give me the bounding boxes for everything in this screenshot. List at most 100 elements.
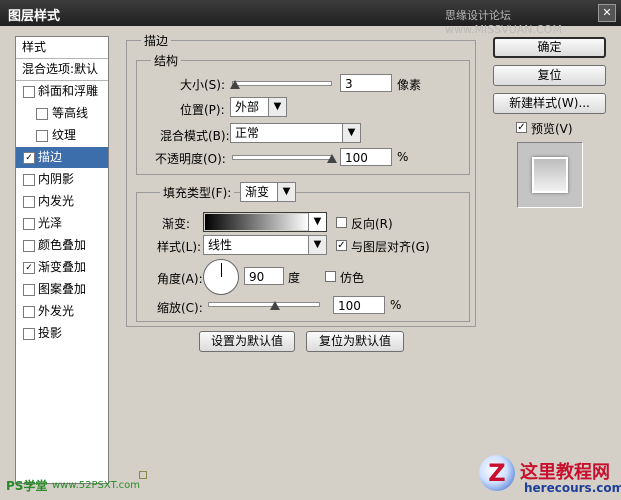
checkbox-icon[interactable] — [23, 218, 35, 230]
style-list-item[interactable]: 等高线 — [16, 103, 108, 124]
style-list-item[interactable]: 外发光 — [16, 301, 108, 322]
reverse-label: 反向(R) — [351, 217, 393, 231]
blend-options-item[interactable]: 混合选项:默认 — [16, 59, 108, 80]
fill-type-select[interactable]: 渐变 ▼ — [240, 182, 296, 202]
ok-button[interactable]: 确定 — [493, 37, 606, 58]
blend-options-label: 混合选项:默认 — [22, 62, 99, 76]
blend-mode-select[interactable]: 正常 ▼ — [230, 123, 361, 143]
close-icon[interactable]: ✕ — [598, 4, 616, 22]
structure-title: 结构 — [151, 52, 182, 69]
opacity-input[interactable]: 100 — [340, 148, 392, 166]
title-bar: 图层样式 思缘设计论坛 www.MISSVUAN.COM ✕ — [0, 0, 621, 36]
site-logo-icon: Z — [479, 455, 515, 491]
style-list-item-label: 图案叠加 — [38, 282, 87, 296]
style-list-item[interactable]: 光泽 — [16, 213, 108, 234]
scale-input[interactable]: 100 — [333, 296, 385, 314]
style-list-item[interactable]: 投影 — [16, 323, 108, 344]
stroke-section-title: 描边 — [141, 32, 172, 49]
style-list-item[interactable]: 图案叠加 — [16, 279, 108, 300]
align-checkbox[interactable]: ✓ — [336, 240, 347, 251]
style-value: 线性 — [208, 238, 233, 252]
checkbox-icon[interactable]: ✓ — [23, 152, 35, 164]
fill-type-value: 渐变 — [245, 185, 270, 199]
checkbox-icon[interactable] — [23, 240, 35, 252]
style-list-item[interactable]: 颜色叠加 — [16, 235, 108, 256]
preview-thumbnail — [532, 157, 568, 193]
checkbox-icon[interactable] — [23, 284, 35, 296]
dropdown-arrow-icon[interactable]: ▼ — [308, 236, 326, 254]
scale-label: 缩放(C): — [157, 301, 203, 315]
style-list-item[interactable]: 纹理 — [16, 125, 108, 146]
slider-thumb-icon[interactable] — [327, 154, 337, 163]
style-list-item-label: 等高线 — [52, 106, 89, 120]
resize-grip — [139, 471, 147, 479]
style-list-item-label: 内阴影 — [38, 172, 75, 186]
position-label: 位置(P): — [180, 103, 225, 117]
checkbox-icon[interactable] — [23, 196, 35, 208]
reset-default-button[interactable]: 复位为默认值 — [306, 331, 404, 352]
corner-mark-left-url: www.52PSXT.com — [52, 480, 141, 491]
style-list-item-label: 颜色叠加 — [38, 238, 87, 252]
gradient-label: 渐变: — [162, 217, 191, 231]
styles-header[interactable]: 样式 — [16, 37, 108, 58]
style-list-item-label: 斜面和浮雕 — [38, 84, 99, 98]
opacity-unit: % — [397, 150, 409, 164]
size-label: 大小(S): — [180, 78, 226, 92]
blend-mode-value: 正常 — [235, 126, 260, 140]
style-label: 样式(L): — [157, 240, 202, 254]
checkbox-icon[interactable] — [23, 306, 35, 318]
corner-mark-left: PS学堂 — [6, 479, 48, 493]
position-value: 外部 — [235, 100, 260, 114]
reset-button[interactable]: 复位 — [493, 65, 606, 86]
position-select[interactable]: 外部 ▼ — [230, 97, 287, 117]
style-list: 样式 混合选项:默认 斜面和浮雕 等高线 纹理 ✓ 描边 内阴影 内发光 光泽 颜色叠加 ✓ 渐变叠… — [15, 36, 109, 484]
set-default-button[interactable]: 设置为默认值 — [199, 331, 295, 352]
style-list-item[interactable]: 内发光 — [16, 191, 108, 212]
scale-unit: % — [390, 298, 402, 312]
style-list-item[interactable]: ✓ 描边 — [16, 147, 108, 168]
style-list-item-label: 渐变叠加 — [38, 260, 87, 274]
checkbox-icon[interactable] — [23, 174, 35, 186]
size-input[interactable]: 3 — [340, 74, 392, 92]
checkbox-icon[interactable] — [36, 108, 48, 120]
dither-checkbox[interactable] — [325, 271, 336, 282]
dither-label: 仿色 — [340, 271, 365, 285]
angle-label: 角度(A): — [157, 272, 203, 286]
angle-dial-icon[interactable] — [203, 259, 239, 295]
checkbox-icon[interactable] — [36, 130, 48, 142]
size-slider[interactable] — [232, 81, 332, 86]
checkbox-icon[interactable] — [23, 328, 35, 340]
checkbox-icon[interactable] — [23, 86, 35, 98]
style-list-item-label: 投影 — [38, 326, 63, 340]
dropdown-arrow-icon[interactable]: ▼ — [268, 98, 286, 116]
dropdown-arrow-icon[interactable]: ▼ — [277, 183, 295, 201]
fill-type-label: 填充类型(F): — [160, 184, 235, 201]
dropdown-arrow-icon[interactable]: ▼ — [342, 124, 360, 142]
style-list-item[interactable]: ✓ 渐变叠加 — [16, 257, 108, 278]
size-unit: 像素 — [397, 78, 422, 92]
style-list-item-label: 光泽 — [38, 216, 63, 230]
opacity-label: 不透明度(O): — [155, 152, 226, 166]
slider-thumb-icon[interactable] — [270, 301, 280, 310]
gradient-swatch[interactable] — [205, 214, 308, 230]
slider-thumb-icon[interactable] — [230, 80, 240, 89]
new-style-button[interactable]: 新建样式(W)... — [493, 93, 606, 114]
align-label: 与图层对齐(G) — [351, 240, 430, 254]
scale-slider[interactable] — [208, 302, 320, 307]
checkbox-icon[interactable]: ✓ — [23, 262, 35, 274]
angle-unit: 度 — [288, 271, 301, 285]
dropdown-arrow-icon[interactable]: ▼ — [308, 213, 326, 231]
angle-input[interactable]: 90 — [244, 267, 284, 285]
opacity-slider[interactable] — [232, 155, 332, 160]
preview-checkbox[interactable]: ✓ — [516, 122, 527, 133]
style-list-item[interactable]: 斜面和浮雕 — [16, 81, 108, 102]
style-list-item-label: 外发光 — [38, 304, 75, 318]
style-list-item[interactable]: 内阴影 — [16, 169, 108, 190]
preview-box — [517, 142, 583, 208]
gradient-picker[interactable]: ▼ — [203, 212, 327, 232]
reverse-checkbox[interactable] — [336, 217, 347, 228]
styles-header-label: 样式 — [22, 40, 47, 54]
style-list-item-label: 纹理 — [52, 128, 77, 142]
preview-label: 预览(V) — [531, 122, 573, 136]
style-select[interactable]: 线性 ▼ — [203, 235, 327, 255]
